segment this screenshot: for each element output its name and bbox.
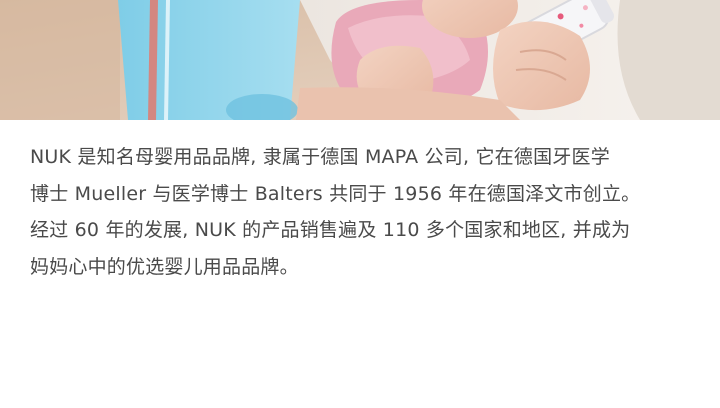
article-line: 妈妈心中的优选婴儿用品品牌。 <box>30 255 299 278</box>
baby-feeding-illustration <box>0 0 720 120</box>
article-line: NUK 是知名母婴用品品牌, 隶属于德国 MAPA 公司, 它在德国牙医学 <box>30 146 610 168</box>
hero-photo <box>0 0 720 120</box>
article-paragraph: NUK 是知名母婴用品品牌, 隶属于德国 MAPA 公司, 它在德国牙医学 博士… <box>30 139 702 285</box>
article-line: 博士 Mueller 与医学博士 Balters 共同于 1956 年在德国泽文… <box>30 182 641 205</box>
adult-hand <box>493 21 590 111</box>
page: NUK 是知名母婴用品品牌, 隶属于德国 MAPA 公司, 它在德国牙医学 博士… <box>0 0 720 408</box>
article-line: 经过 60 年的发展, NUK 的产品销售遍及 110 多个国家和地区, 并成为 <box>30 219 631 241</box>
